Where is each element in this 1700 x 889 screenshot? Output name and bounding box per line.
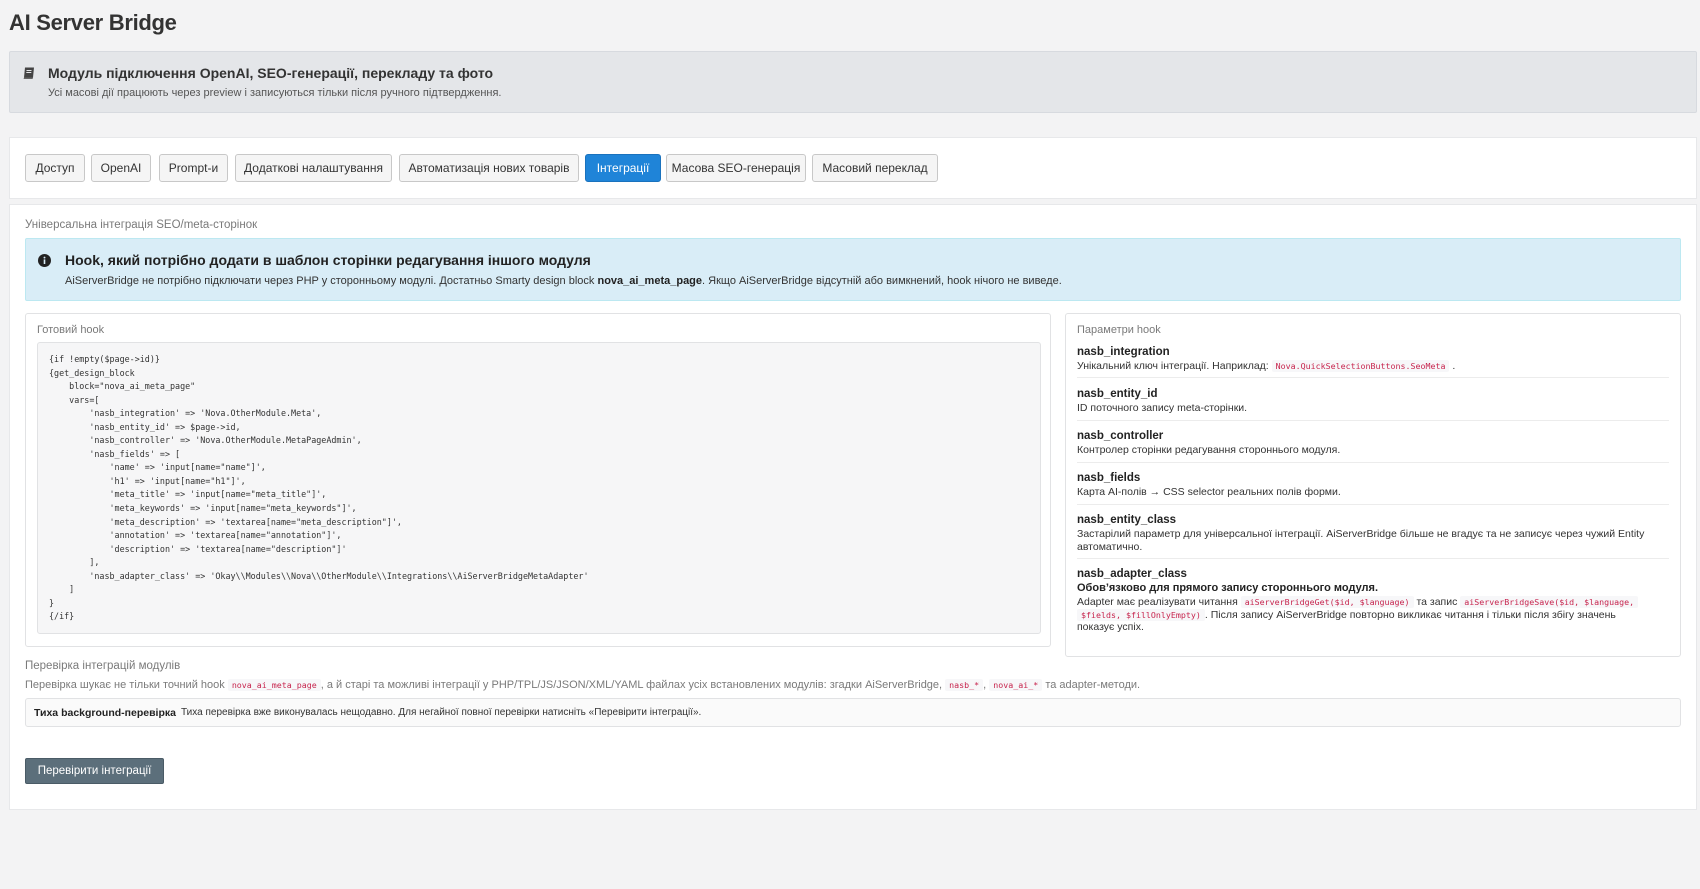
check-desc-c: та adapter-методи.	[1045, 679, 1141, 691]
hook-code[interactable]: {if !empty($page->id)} {get_design_block…	[49, 353, 1040, 624]
param-item: nasb_controller Контролер сторінки редаг…	[1077, 429, 1669, 463]
param-desc: Карта AI-полів → CSS selector реальних п…	[1077, 486, 1341, 498]
check-nasb-code: nasb_*	[945, 679, 984, 691]
integration-section-title: Універсальна інтеграція SEO/meta-сторіно…	[25, 219, 258, 231]
param-desc: ID поточного запису meta-сторінки.	[1077, 402, 1248, 414]
tab-openai[interactable]: OpenAI	[91, 154, 151, 182]
param-get-method-code: aiServerBridgeGet($id, $language)	[1240, 596, 1414, 608]
param-desc-b: та запис	[1416, 596, 1458, 608]
hook-params-panel: Параметри hook nasb_integration Унікальн…	[1065, 313, 1681, 657]
ready-hook-panel: Готовий hook {if !empty($page->id)} {get…	[25, 313, 1051, 647]
param-desc-after: .	[1452, 360, 1456, 372]
tab-mass-translation[interactable]: Масовий переклад	[812, 154, 938, 182]
banner-title: Модуль підключення OpenAI, SEO-генерації…	[48, 65, 494, 81]
tab-mass-seo[interactable]: Масова SEO-генерація	[666, 154, 806, 182]
check-desc-a: Перевірка шукає не тільки точний hook	[25, 679, 225, 691]
module-check-section-title: Перевірка інтеграцій модулів	[25, 660, 181, 672]
info-text-hook-name: nova_ai_meta_page	[597, 275, 703, 287]
param-save-method-code: aiServerBridgeSave($id, $language,	[1460, 596, 1639, 608]
hook-code-block[interactable]: {if !empty($page->id)} {get_design_block…	[37, 342, 1041, 634]
param-item: nasb_integration Унікальний ключ інтегра…	[1077, 345, 1669, 378]
ready-hook-heading: Готовий hook	[37, 324, 105, 336]
param-desc-c: . Після запису AiServerBridge повторно в…	[1204, 608, 1616, 621]
background-check-notice: Тиха background-перевірка Тиха перевірка…	[25, 698, 1681, 727]
check-integrations-button[interactable]: Перевірити інтеграції	[25, 758, 164, 784]
param-desc: Adapter має реалізувати читання aiServer…	[1077, 596, 1669, 634]
param-name: nasb_fields	[1077, 472, 1141, 484]
param-desc-text: Унікальний ключ інтеграції. Наприклад:	[1077, 360, 1269, 372]
page-title: AI Server Bridge	[9, 10, 177, 35]
param-name: nasb_integration	[1077, 346, 1170, 358]
info-circle-icon	[38, 254, 51, 267]
param-item: nasb_entity_id ID поточного запису meta-…	[1077, 387, 1669, 421]
param-save-method-args-code: $fields, $fillOnlyEmpty)	[1077, 608, 1205, 621]
param-item: nasb_entity_class Застарілий параметр дл…	[1077, 513, 1669, 559]
param-desc-d: показує успіх.	[1077, 621, 1144, 633]
check-nova-code: nova_ai_*	[989, 679, 1043, 691]
book-icon	[22, 66, 36, 80]
tabs-bar: Доступ OpenAI Prompt-и Додаткові налашту…	[9, 137, 1697, 199]
info-text: AiServerBridge не потрібно підключати че…	[65, 275, 1062, 287]
background-check-text: Тиха перевірка вже виконувалась нещодавн…	[181, 707, 702, 718]
param-name: nasb_entity_class	[1077, 514, 1177, 526]
info-text-before: AiServerBridge не потрібно підключати че…	[65, 275, 598, 287]
param-desc: Унікальний ключ інтеграції. Наприклад: N…	[1077, 360, 1669, 373]
param-name: nasb_entity_id	[1077, 388, 1158, 400]
background-check-label: Тиха background-перевірка	[34, 707, 176, 719]
check-desc-sep: ,	[983, 679, 987, 691]
param-example-code: Nova.QuickSelectionButtons.SeoMeta	[1271, 360, 1450, 372]
module-banner: Модуль підключення OpenAI, SEO-генерації…	[9, 51, 1697, 113]
param-desc: Контролер сторінки редагування сторонньо…	[1077, 444, 1341, 456]
tab-new-products-automation[interactable]: Автоматизація нових товарів	[399, 154, 579, 182]
params-heading: Параметри hook	[1077, 324, 1161, 336]
tab-integrations[interactable]: Інтеграції	[585, 154, 661, 182]
info-title: Hook, який потрібно додати в шаблон стор…	[65, 252, 591, 268]
param-desc-a: Adapter має реалізувати читання	[1077, 596, 1238, 608]
param-item: nasb_fields Карта AI-полів → CSS selecto…	[1077, 471, 1669, 505]
banner-subtitle: Усі масові дії працюють через preview і …	[48, 87, 502, 99]
param-name: nasb_adapter_class	[1077, 568, 1187, 580]
check-hook-code: nova_ai_meta_page	[227, 679, 321, 691]
param-required-note: Обов’язково для прямого запису сторонньо…	[1077, 582, 1379, 594]
check-desc-b: , а й старі та можливі інтеграції у PHP/…	[320, 679, 943, 691]
param-item: nasb_adapter_class Обов’язково для прямо…	[1077, 567, 1669, 641]
param-name: nasb_controller	[1077, 430, 1164, 442]
tab-access[interactable]: Доступ	[25, 154, 85, 182]
hook-info-alert: Hook, який потрібно додати в шаблон стор…	[25, 238, 1681, 301]
integrations-panel: Універсальна інтеграція SEO/meta-сторіно…	[9, 204, 1697, 810]
tab-additional-settings[interactable]: Додаткові налаштування	[235, 154, 392, 182]
param-desc: Застарілий параметр для універсальної ін…	[1077, 528, 1645, 553]
module-check-desc: Перевірка шукає не тільки точний hook no…	[25, 679, 1140, 691]
tab-prompts[interactable]: Prompt-и	[159, 154, 228, 182]
info-text-after: . Якщо AiServerBridge відсутній або вимк…	[702, 275, 1062, 287]
